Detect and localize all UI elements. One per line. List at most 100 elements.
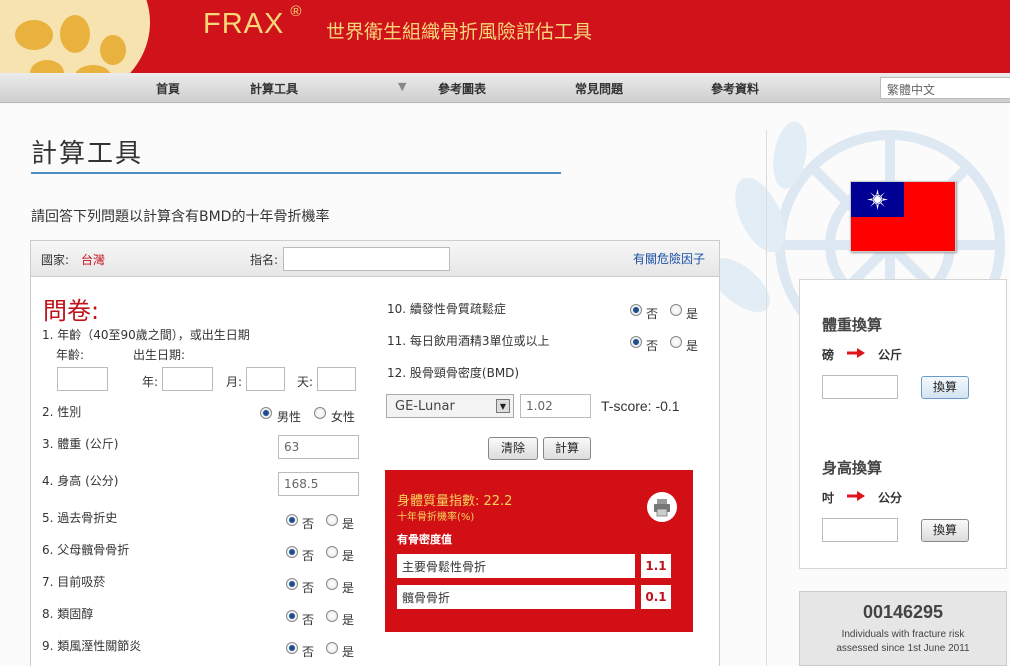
q9-yes-radio[interactable] <box>326 642 338 654</box>
bmi-result: 身體質量指數: 22.2 <box>397 494 513 509</box>
q5-no-label: 否 <box>302 517 315 531</box>
year-label: 年: <box>142 375 159 389</box>
height-converter-title: 身高換算 <box>822 459 883 477</box>
inch-input[interactable] <box>822 518 898 542</box>
column-divider <box>766 130 767 666</box>
age-label: 年齡: <box>56 348 85 362</box>
q7-no-label: 否 <box>302 581 315 595</box>
tscore-value: T-score: -0.1 <box>601 398 680 414</box>
q11-no-radio[interactable] <box>630 336 642 348</box>
q9-label: 9. 類風溼性關節炎 <box>42 639 142 653</box>
counter-note: Individuals with fracture risk assessed … <box>800 628 1006 656</box>
birth-month-input[interactable] <box>246 367 285 391</box>
sex-female-label: 女性 <box>331 410 356 424</box>
q11-label: 11. 每日飲用酒精3單位或以上 <box>387 334 550 348</box>
q11-no-label: 否 <box>646 339 659 353</box>
centimeter-unit: 公分 <box>878 491 903 505</box>
q6-no-label: 否 <box>302 549 315 563</box>
q10-no-label: 否 <box>646 307 659 321</box>
q7-yes-radio[interactable] <box>326 578 338 590</box>
q5-label: 5. 過去骨折史 <box>42 511 118 525</box>
with-bmd-heading: 有骨密度值 <box>397 533 452 546</box>
q7-label: 7. 目前吸菸 <box>42 575 106 589</box>
page-title: 計算工具 <box>31 139 144 169</box>
bmd-device-select[interactable]: GE-Lunar ▼ <box>386 394 514 418</box>
q11-yes-label: 是 <box>686 339 699 353</box>
q7-no-radio[interactable] <box>286 578 298 590</box>
day-label: 天: <box>297 375 314 389</box>
q9-yes-label: 是 <box>342 645 355 659</box>
pound-unit: 磅 <box>822 348 835 362</box>
age-input[interactable] <box>57 367 108 391</box>
counter-number: 00146295 <box>862 602 944 622</box>
calculator-panel: 國家: 台灣 指名: 有關危險因子 問卷: 1. 年齡（40至90歲之間），或出… <box>30 240 720 666</box>
pound-input[interactable] <box>822 375 898 399</box>
nav-reference-charts[interactable]: 參考圖表 <box>438 80 486 97</box>
q6-label: 6. 父母髖骨骨折 <box>42 543 130 557</box>
height-input[interactable]: 168.5 <box>278 472 359 496</box>
title-divider <box>31 172 561 174</box>
flag-canton <box>851 182 904 217</box>
weight-converter-title: 體重換算 <box>822 316 883 334</box>
nav-home[interactable]: 首頁 <box>156 80 180 97</box>
country-value: 台灣 <box>81 253 106 267</box>
site-subtitle: 世界衛生組織骨折風險評估工具 <box>326 21 593 43</box>
site-header: FRAX ® 世界衛生組織骨折風險評估工具 <box>0 0 1010 73</box>
bmd-value-input[interactable]: 1.02 <box>520 394 591 418</box>
q10-yes-radio[interactable] <box>670 304 682 316</box>
panel-header: 國家: 台灣 指名: 有關危險因子 <box>31 241 719 277</box>
hip-fracture-label: 髖骨骨折 <box>397 585 635 609</box>
q1-label: 1. 年齡（40至90歲之間），或出生日期 <box>42 328 250 342</box>
q5-no-radio[interactable] <box>286 514 298 526</box>
q6-no-radio[interactable] <box>286 546 298 558</box>
arrow-right-icon <box>847 491 865 501</box>
q6-yes-radio[interactable] <box>326 546 338 558</box>
hip-fracture-value: 0.1 <box>641 585 671 609</box>
q10-label: 10. 續發性骨質疏鬆症 <box>387 302 506 316</box>
nav-faq[interactable]: 常見問題 <box>575 80 623 97</box>
q5-yes-label: 是 <box>342 517 355 531</box>
calculate-button[interactable]: 計算 <box>543 437 591 460</box>
q11-yes-radio[interactable] <box>670 336 682 348</box>
q10-yes-label: 是 <box>686 307 699 321</box>
name-label: 指名: <box>250 253 279 267</box>
q8-no-label: 否 <box>302 613 315 627</box>
sex-male-label: 男性 <box>277 410 302 424</box>
q3-label: 3. 體重 (公斤) <box>42 437 119 451</box>
q9-no-radio[interactable] <box>286 642 298 654</box>
major-fracture-label: 主要骨鬆性骨折 <box>397 554 635 578</box>
print-icon[interactable] <box>647 492 677 522</box>
chevron-down-icon[interactable]: ▼ <box>496 399 510 413</box>
height-convert-button[interactable]: 換算 <box>921 519 969 542</box>
q8-yes-radio[interactable] <box>326 610 338 622</box>
name-input[interactable] <box>283 247 450 271</box>
country-label: 國家: <box>41 253 70 267</box>
q10-no-radio[interactable] <box>630 304 642 316</box>
weight-convert-button[interactable]: 換算 <box>921 376 969 399</box>
counter-note-line2: assessed since 1st June 2011 <box>836 643 970 654</box>
arrow-right-icon <box>847 348 865 358</box>
bmd-device-value: GE-Lunar <box>395 399 455 414</box>
dropdown-arrow-icon[interactable]: ▼ <box>398 80 406 93</box>
q7-yes-label: 是 <box>342 581 355 595</box>
birth-year-input[interactable] <box>162 367 213 391</box>
clear-button[interactable]: 清除 <box>488 437 538 460</box>
risk-factors-link[interactable]: 有關危險因子 <box>633 250 705 267</box>
taiwan-flag <box>850 181 956 252</box>
q8-yes-label: 是 <box>342 613 355 627</box>
frax-brand[interactable]: FRAX ® <box>203 3 301 41</box>
q8-label: 8. 類固醇 <box>42 607 94 621</box>
nav-calculation-tool[interactable]: 計算工具 <box>250 80 298 97</box>
weight-input[interactable]: 63 <box>278 435 359 459</box>
q12-label: 12. 股骨頸骨密度(BMD) <box>387 366 520 380</box>
questionnaire-title: 問卷: <box>43 297 100 325</box>
ten-year-probability-label: 十年骨折機率(%) <box>397 512 475 523</box>
q8-no-radio[interactable] <box>286 610 298 622</box>
q4-label: 4. 身高 (公分) <box>42 474 119 488</box>
month-label: 月: <box>226 375 243 389</box>
q5-yes-radio[interactable] <box>326 514 338 526</box>
birth-day-input[interactable] <box>317 367 356 391</box>
kilogram-unit: 公斤 <box>878 348 903 362</box>
sex-male-radio[interactable] <box>260 407 272 419</box>
sex-female-radio[interactable] <box>314 407 326 419</box>
